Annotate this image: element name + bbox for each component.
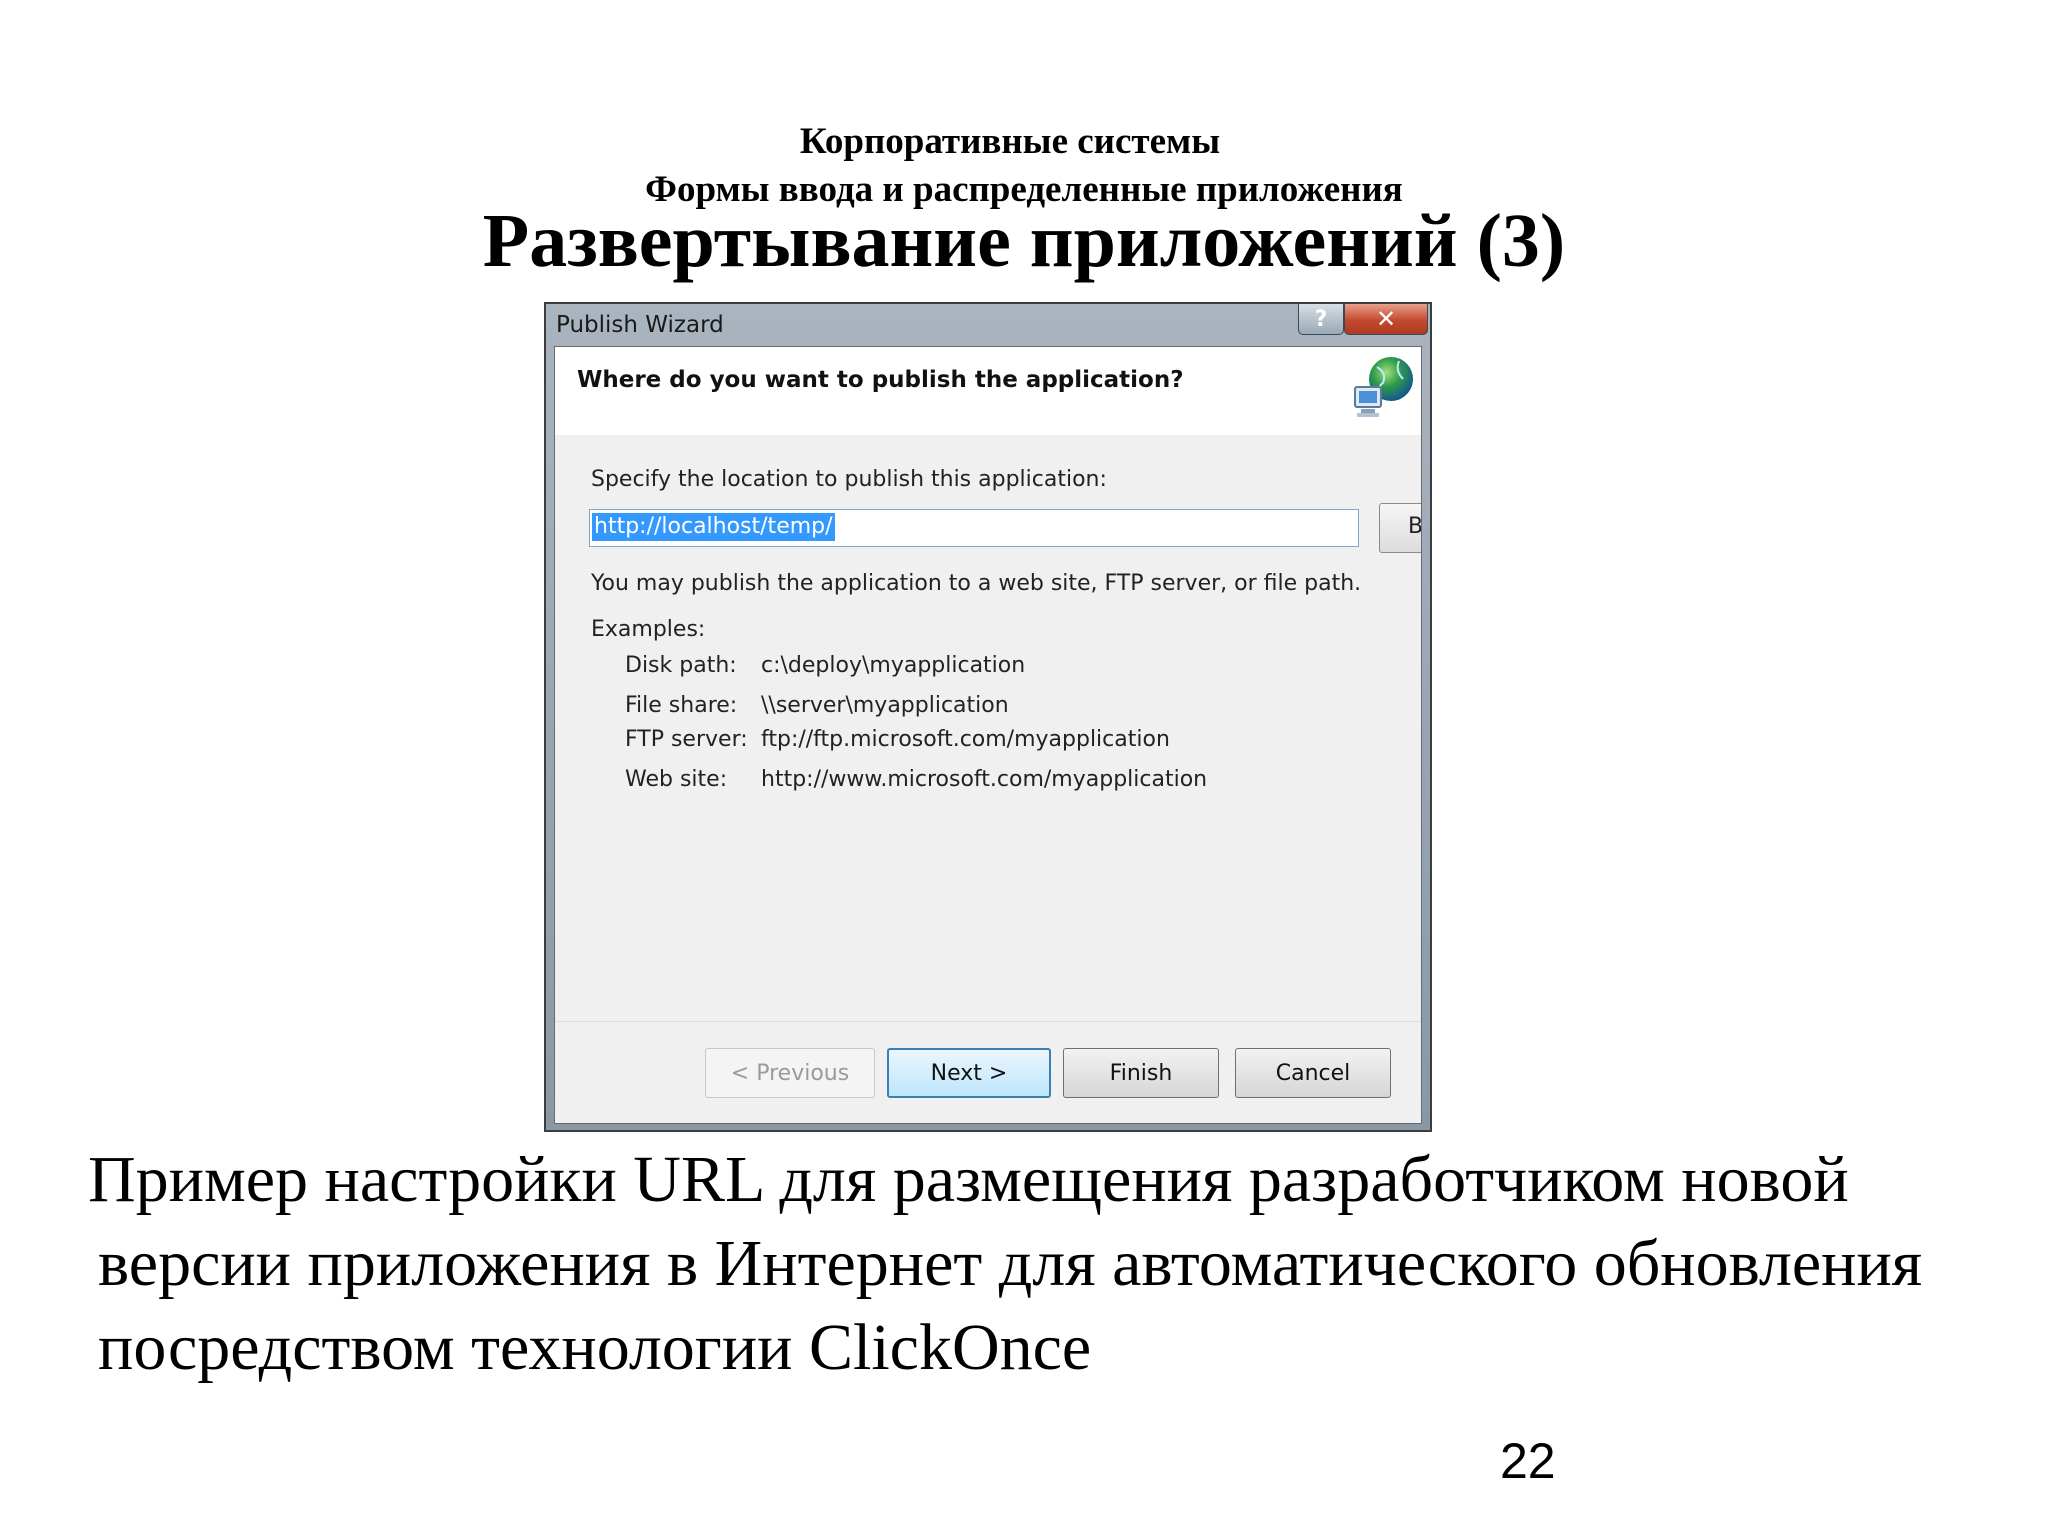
example-kind: FTP server: xyxy=(625,727,748,752)
cancel-button[interactable]: Cancel xyxy=(1235,1048,1391,1098)
slide-title: Развертывание приложений (3) xyxy=(482,199,1566,283)
caption-line: Пример настройки URL для размещения разр… xyxy=(88,1143,1849,1216)
slide-header-course: Корпоративные системы xyxy=(799,121,1221,162)
wizard-question: Where do you want to publish the applica… xyxy=(577,367,1184,393)
dialog-client-area: Where do you want to publish the applica… xyxy=(554,346,1422,1124)
example-kind: Disk path: xyxy=(625,653,737,678)
example-kind: File share: xyxy=(625,693,738,718)
location-label: Specify the location to publish this app… xyxy=(591,467,1107,492)
globe-network-icon xyxy=(1354,357,1413,417)
publish-location-value[interactable]: http://localhost/temp/ xyxy=(592,513,835,541)
dialog-title: Publish Wizard xyxy=(556,312,724,338)
browse-button[interactable]: Browse... xyxy=(1379,503,1422,553)
wizard-button-bar: < Previous Next > Finish Cancel xyxy=(555,1021,1421,1123)
page-number: 22 xyxy=(1500,1433,1556,1489)
example-value: \\server\myapplication xyxy=(761,693,1009,718)
next-button[interactable]: Next > xyxy=(887,1048,1051,1098)
example-value: ftp://ftp.microsoft.com/myapplication xyxy=(761,727,1170,752)
example-value: http://www.microsoft.com/myapplication xyxy=(761,767,1208,792)
example-kind: Web site: xyxy=(625,767,728,792)
browse-button-label: Browse... xyxy=(1408,514,1422,539)
example-value: c:\deploy\myapplication xyxy=(761,653,1026,678)
finish-button[interactable]: Finish xyxy=(1063,1048,1219,1098)
caption-line: посредством технологии ClickOnce xyxy=(98,1311,1092,1384)
publish-wizard-dialog: Publish Wizard ? ✕ Where do you want to … xyxy=(544,302,1432,1132)
help-button[interactable]: ? xyxy=(1298,304,1344,335)
caption-line: версии приложения в Интернет для автомат… xyxy=(98,1227,1923,1300)
slide-caption: Пример настройки URL для размещения разр… xyxy=(88,1138,2028,1390)
examples-label: Examples: xyxy=(591,617,706,642)
close-button[interactable]: ✕ xyxy=(1344,304,1428,335)
dialog-titlebar[interactable]: Publish Wizard ? ✕ xyxy=(546,304,1430,346)
publish-location-input[interactable]: http://localhost/temp/ xyxy=(589,509,1359,547)
wizard-banner: Where do you want to publish the applica… xyxy=(555,347,1421,436)
publish-hint: You may publish the application to a web… xyxy=(591,571,1362,596)
previous-button[interactable]: < Previous xyxy=(705,1048,875,1098)
